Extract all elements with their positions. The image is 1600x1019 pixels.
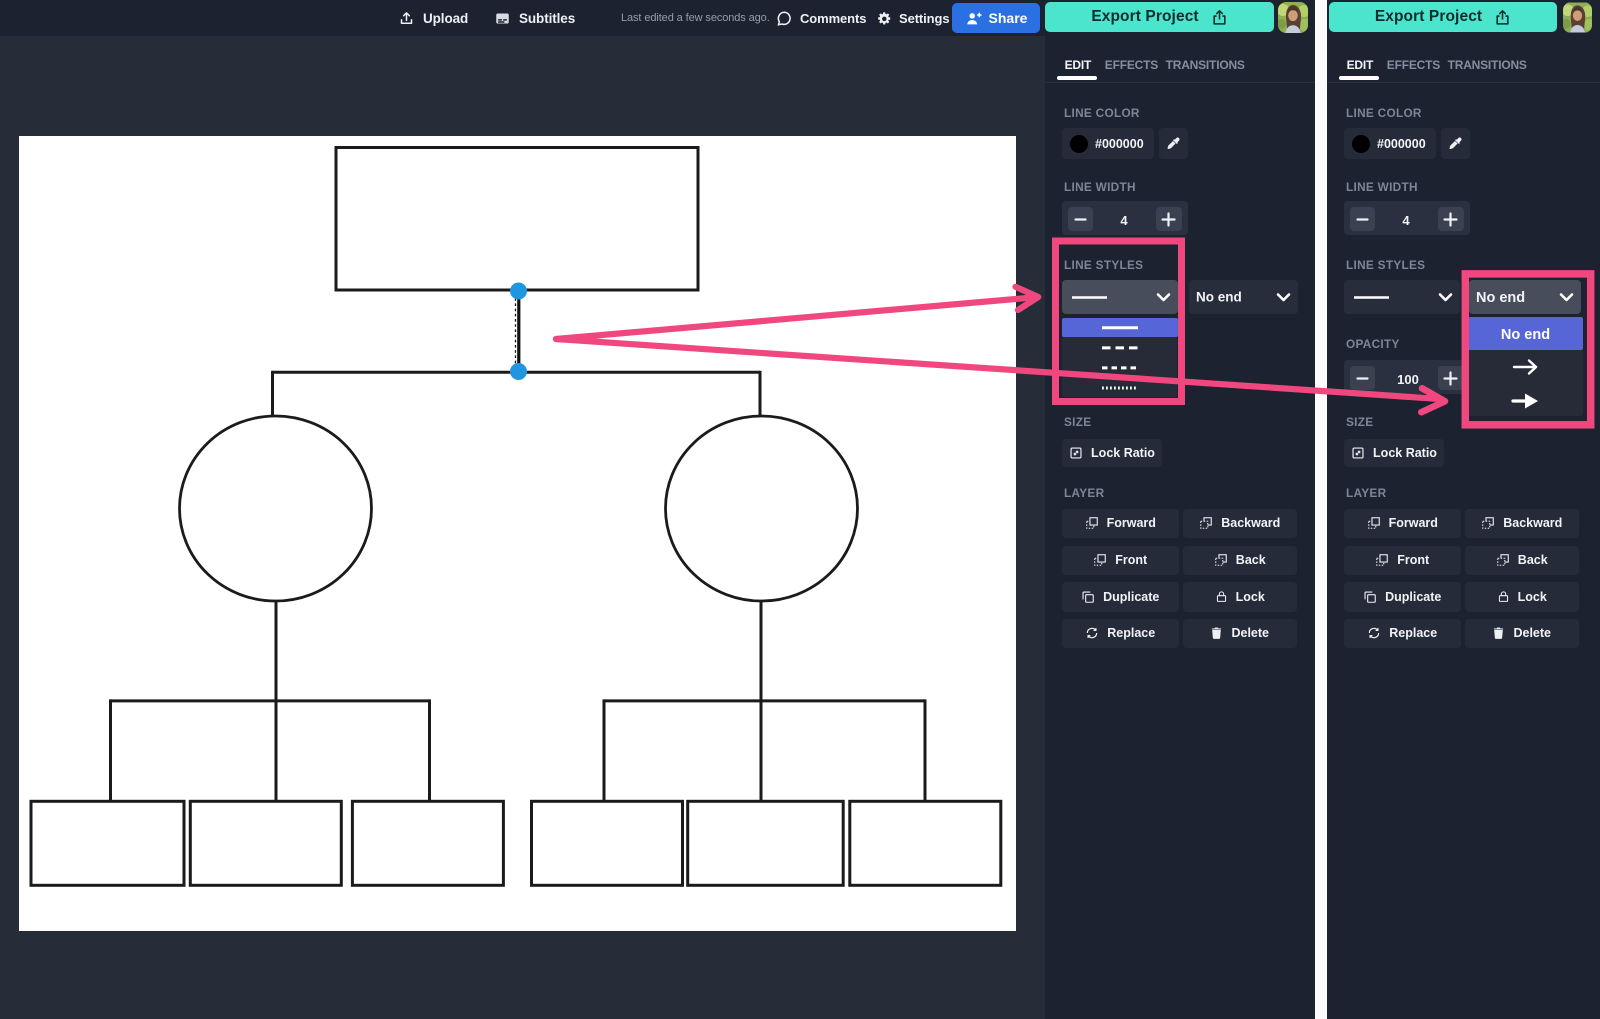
svg-text:No end: No end — [1501, 327, 1550, 343]
svg-text:No end: No end — [1196, 290, 1242, 305]
svg-text:No end: No end — [1476, 290, 1525, 306]
